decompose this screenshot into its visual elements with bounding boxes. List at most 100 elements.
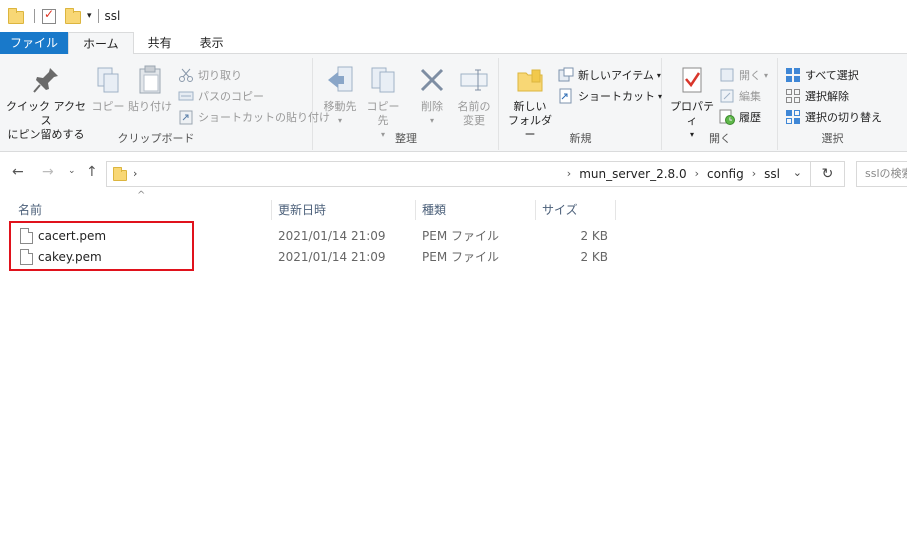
copy-to-icon xyxy=(367,64,399,96)
history-icon xyxy=(719,109,735,125)
copy-label: コピー xyxy=(91,100,125,113)
delete-x-icon xyxy=(416,64,448,96)
highlight-box xyxy=(9,221,194,271)
breadcrumb: › mun_server_2.8.0 › config › ssl xyxy=(559,167,780,181)
select-none-icon xyxy=(785,88,801,104)
rename-label-1: 名前の xyxy=(457,100,491,113)
select-all-label: すべて選択 xyxy=(805,69,859,82)
address-bar[interactable]: › › mun_server_2.8.0 › config › ssl ⌄ xyxy=(106,161,811,187)
paste-shortcut-label: ショートカットの貼り付け xyxy=(198,111,330,124)
column-header-date[interactable]: 更新日時 xyxy=(272,200,416,220)
tab-home[interactable]: ホーム xyxy=(68,32,134,55)
group-open: プロパティ ▾ 開く ▾ 編集 履歴 開く xyxy=(663,58,778,150)
new-folder-quick-access-icon[interactable] xyxy=(65,8,81,24)
new-folder-label-1: 新しい xyxy=(513,100,547,113)
group-label-organize: 整理 xyxy=(395,132,417,145)
copy-to-label: コピー先 xyxy=(366,100,400,127)
tab-file[interactable]: ファイル xyxy=(0,32,69,54)
crumb-separator-icon: › xyxy=(751,167,757,180)
new-folder-icon xyxy=(514,64,546,96)
edit-label: 編集 xyxy=(739,90,761,103)
copy-path-label: パスのコピー xyxy=(198,90,264,103)
edit-button[interactable]: 編集 xyxy=(719,87,761,105)
divider xyxy=(97,9,99,23)
group-select: すべて選択 選択解除 選択の切り替え 選択 xyxy=(779,58,886,150)
paste-button[interactable]: 貼り付け xyxy=(128,64,172,114)
file-date: 2021/01/14 21:09 xyxy=(278,229,386,243)
properties-label: プロパティ xyxy=(670,100,714,127)
ribbon: クイック アクセス にピン留めする コピー 貼り付け 切り取り パスのコピー シ… xyxy=(0,54,907,152)
forward-arrow-icon[interactable]: → xyxy=(42,164,54,180)
select-all-icon xyxy=(785,67,801,83)
paste-label: 貼り付け xyxy=(128,100,172,113)
folder-icon xyxy=(8,8,24,24)
refresh-icon[interactable]: ↻ xyxy=(811,161,845,187)
cut-button[interactable]: 切り取り xyxy=(178,66,242,84)
move-to-button[interactable]: 移動先 ▾ xyxy=(320,64,360,128)
delete-dropdown-icon: ▾ xyxy=(429,116,434,125)
open-dropdown-icon: ▾ xyxy=(764,70,769,80)
group-new: 新しい フォルダー 新しいアイテム ▾ ショートカット ▾ 新規 xyxy=(500,58,662,150)
invert-selection-button[interactable]: 選択の切り替え xyxy=(785,108,882,126)
open-button[interactable]: 開く ▾ xyxy=(719,66,768,84)
up-arrow-icon[interactable]: ↑ xyxy=(86,164,98,180)
paste-shortcut-icon xyxy=(178,109,194,125)
crumb-separator-icon: › xyxy=(566,167,572,180)
rename-label-2: 変更 xyxy=(463,114,485,127)
history-button[interactable]: 履歴 xyxy=(719,108,761,126)
column-header-size[interactable]: サイズ xyxy=(536,200,616,220)
move-to-icon xyxy=(324,64,356,96)
paste-shortcut-button[interactable]: ショートカットの貼り付け xyxy=(178,108,330,126)
address-root-chevron-icon[interactable]: › xyxy=(133,167,137,180)
new-item-label: 新しいアイテム xyxy=(578,69,654,82)
group-label-clipboard: クリップボード xyxy=(117,132,195,145)
customize-quick-access-dropdown-icon[interactable]: ▾ xyxy=(87,11,92,21)
crumb-mun-server[interactable]: mun_server_2.8.0 xyxy=(579,167,686,181)
tab-share[interactable]: 共有 xyxy=(134,32,186,54)
crumb-separator-icon: › xyxy=(694,167,700,180)
back-arrow-icon[interactable]: ← xyxy=(12,164,24,180)
address-folder-icon xyxy=(113,167,127,181)
copy-button[interactable]: コピー xyxy=(88,64,128,114)
move-to-dropdown-icon: ▾ xyxy=(337,116,342,125)
address-dropdown-chevron-icon[interactable]: ⌄ xyxy=(793,166,802,179)
file-date: 2021/01/14 21:09 xyxy=(278,250,386,264)
recent-locations-chevron-icon[interactable]: ⌄ xyxy=(68,166,76,176)
easy-access-dropdown-icon: ▾ xyxy=(658,91,663,101)
easy-access-button[interactable]: ショートカット ▾ xyxy=(558,87,662,105)
file-size: 2 KB xyxy=(580,229,608,243)
select-none-button[interactable]: 選択解除 xyxy=(785,87,849,105)
new-item-button[interactable]: 新しいアイテム ▾ xyxy=(558,66,661,84)
copy-path-icon xyxy=(178,88,194,104)
properties-icon xyxy=(676,64,708,96)
column-header-name[interactable]: 名前 xyxy=(12,200,272,220)
crumb-config[interactable]: config xyxy=(707,167,744,181)
group-label-new: 新規 xyxy=(569,132,592,145)
rename-button[interactable]: 名前の 変更 xyxy=(452,64,496,128)
move-to-label: 移動先 xyxy=(323,100,357,113)
shortcut-icon xyxy=(558,88,574,104)
open-icon xyxy=(719,67,735,83)
paste-icon xyxy=(134,64,166,96)
column-header-type[interactable]: 種類 xyxy=(416,200,536,220)
group-label-select: 選択 xyxy=(821,132,844,145)
new-item-icon xyxy=(558,67,574,83)
select-all-button[interactable]: すべて選択 xyxy=(785,66,859,84)
ribbon-tabs: ファイル ホーム 共有 表示 xyxy=(0,32,907,55)
pin-label-1: クイック アクセス xyxy=(6,100,86,127)
tab-view[interactable]: 表示 xyxy=(186,32,238,54)
navigation-bar: ← → ⌄ ↑ › › mun_server_2.8.0 › config › … xyxy=(0,152,907,194)
properties-quick-access-icon[interactable] xyxy=(41,7,57,24)
file-type: PEM ファイル xyxy=(422,229,499,243)
delete-button[interactable]: 削除 ▾ xyxy=(414,64,450,128)
group-label-open: 開く xyxy=(709,132,731,145)
select-none-label: 選択解除 xyxy=(805,90,849,103)
invert-selection-label: 選択の切り替え xyxy=(805,111,882,124)
file-type: PEM ファイル xyxy=(422,250,499,264)
search-input[interactable]: sslの検索 xyxy=(856,161,907,187)
copy-path-button[interactable]: パスのコピー xyxy=(178,87,264,105)
file-size: 2 KB xyxy=(580,250,608,264)
edit-icon xyxy=(719,88,735,104)
crumb-ssl[interactable]: ssl xyxy=(764,167,780,181)
new-item-dropdown-icon: ▾ xyxy=(656,70,661,80)
